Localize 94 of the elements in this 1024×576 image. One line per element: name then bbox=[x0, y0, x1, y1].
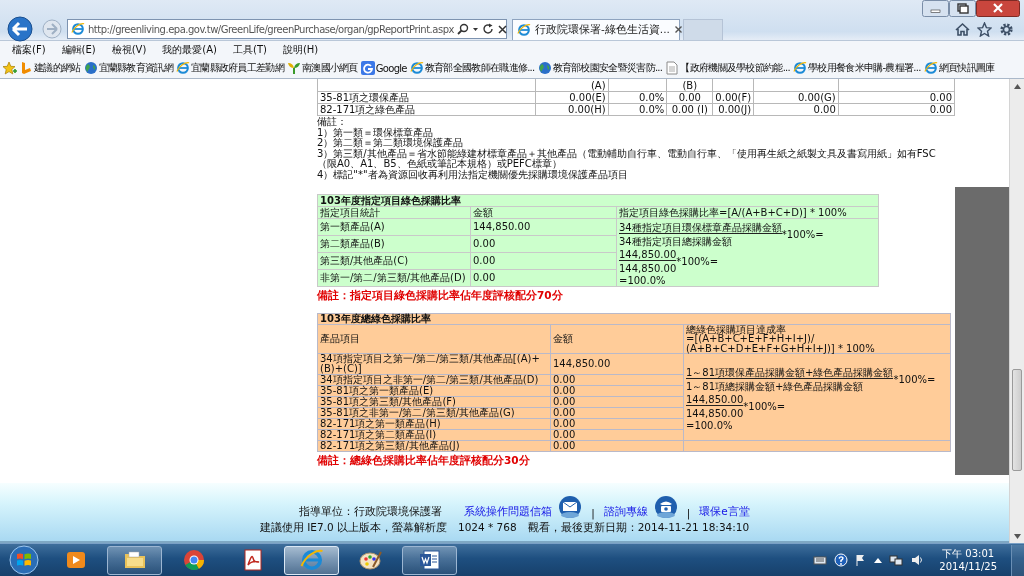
menu-item[interactable]: 說明(H) bbox=[274, 42, 327, 57]
formula-result: =100.0% bbox=[619, 274, 667, 286]
footer-info-text: 建議使用 IE7.0 以上版本，螢幕解析度 1024 * 768 觀看，最後更新日期：2014-11-21 18:34:10 bbox=[258, 521, 751, 535]
table-cell: 0.00 bbox=[550, 385, 684, 397]
favorite-link[interactable]: Google bbox=[359, 61, 408, 75]
table-cell: 0.00 bbox=[550, 407, 684, 419]
table-cell: 0.0% bbox=[608, 103, 667, 116]
table-cell: 0.00(J) bbox=[712, 103, 754, 116]
formula-numerator: 1～81項環保產品採購金額+綠色產品採購金額 bbox=[686, 365, 894, 379]
table-cell: 82-171項之第二類產品(I) bbox=[317, 429, 551, 441]
column-header: 總綠色採購項目達成率 bbox=[686, 324, 786, 335]
address-field[interactable]: http://greenliving.epa.gov.tw/GreenLife/greenPurchase/organ/gpReportPrint.aspx bbox=[88, 23, 454, 35]
favorite-link[interactable]: 教育部校園安全暨災害防... bbox=[536, 61, 664, 75]
table-cell: 0.00 bbox=[550, 374, 684, 386]
table-title: 103年度指定項目綠色採購比率 bbox=[317, 194, 879, 207]
table-cell: 0.00 bbox=[550, 396, 684, 408]
favorite-link[interactable]: 宜蘭縣教育資訊網 bbox=[82, 61, 174, 75]
table-title: 103年度總綠色採購比率 bbox=[317, 313, 951, 325]
table-cell: 0.00(F) bbox=[712, 91, 754, 104]
table-cell: 0.00 bbox=[550, 429, 684, 441]
favorite-link[interactable]: 宜蘭縣政府員工差勤網 bbox=[174, 61, 285, 75]
menu-item[interactable]: 檔案(F) bbox=[4, 42, 54, 57]
formula-text: *100%= bbox=[676, 255, 719, 267]
table-cell: 0.00 (I) bbox=[666, 103, 713, 116]
formula-numerator: 144,850.00 bbox=[686, 392, 744, 406]
table-cell: 第二類產品(B) bbox=[317, 235, 471, 253]
table-cell: 0.00 bbox=[666, 91, 713, 104]
column-header: 指定項目統計 bbox=[317, 206, 471, 219]
separator-text: | bbox=[685, 507, 692, 519]
footer-link[interactable]: 諮詢專線 bbox=[603, 505, 648, 519]
table-cell: 非第一/第二/第三類/其他產品(D) bbox=[317, 269, 471, 287]
notes-title: 備註： bbox=[317, 117, 348, 128]
menu-item[interactable]: 檢視(V) bbox=[103, 42, 155, 57]
table-cell: 0.00(G) bbox=[753, 91, 839, 104]
browser-tab[interactable]: 行政院環保署-綠色生活資... bbox=[512, 18, 680, 40]
formula-numerator: 144,850.00 bbox=[619, 247, 677, 261]
table-cell: 35-81項之第三類/其他產品(F) bbox=[317, 396, 551, 408]
column-header: =[(A+B+C+E+F+H+I+J)/ bbox=[686, 334, 815, 344]
table-cell: 82-171項之綠色產品 bbox=[317, 103, 536, 116]
favorite-link[interactable]: 網頁快訊圖庫 bbox=[922, 61, 996, 75]
formula-result: =100.0% bbox=[686, 419, 734, 431]
formula-text: *100%= bbox=[893, 373, 936, 385]
formula-denominator: 144,850.00 bbox=[619, 262, 677, 275]
favorite-link[interactable]: 教育部全國教師在職進修... bbox=[408, 61, 536, 75]
remark-text: 備註：指定項目綠色採購比率佔年度評核配分70分 bbox=[317, 288, 564, 303]
menu-item[interactable]: 我的最愛(A) bbox=[154, 42, 225, 57]
note-item: 2）第二類＝第二類環境保護產品 bbox=[317, 138, 465, 149]
column-header: 金額 bbox=[550, 324, 684, 354]
formula-text: *100%= bbox=[743, 400, 786, 412]
table-cell: 35-81項之環保產品 bbox=[317, 91, 536, 104]
table-cell: (B) bbox=[666, 79, 713, 92]
menu-item[interactable]: 工具(T) bbox=[225, 42, 275, 57]
table-cell: 0.00(E) bbox=[535, 91, 609, 104]
table-cell: (A) bbox=[535, 79, 609, 92]
note-item: 4）標記"*"者為資源回收再利用法指定機關優先採購環境保護產品項目 bbox=[317, 169, 629, 181]
table-cell: 34項指定項目之第一/第二/第三類/其他產品[(A)+(B)+(C)] bbox=[317, 353, 551, 375]
clock-date: 2014/11/25 bbox=[939, 560, 997, 573]
table-cell: 0.00 bbox=[838, 103, 955, 116]
table-cell: 第三類/其他產品(C) bbox=[317, 252, 471, 270]
table-cell: 0.00 bbox=[753, 103, 839, 116]
remark-text: 備註：總綠色採購比率佔年度評核配分30分 bbox=[317, 454, 531, 469]
footer-link[interactable]: 環保e言堂 bbox=[699, 505, 750, 519]
table-cell: 34項指定項目之非第一/第二/第三類/其他產品(D) bbox=[317, 374, 551, 386]
sponsor-text: 指導單位：行政院環境保護署 bbox=[299, 505, 443, 519]
note-item: 3）第三類/其他產品＝省水節能綠建材標章產品＋其他產品（電動輔助自行車、電動自行車、「使用再生紙之紙製文具及書寫用紙」如有FSC（限A0、A1、B5、色紙或筆記本規格）或PEFC標章） bbox=[317, 148, 937, 170]
formula-numerator: 34種指定項目環保標章產品採購金額 bbox=[619, 220, 782, 234]
footer-link[interactable]: 系統操作問題信箱 bbox=[464, 505, 553, 519]
favorite-link[interactable]: 學校用餐食米申購-農糧署... bbox=[792, 61, 922, 75]
formula-denominator: 1～81項總採購金額+綠色產品採購金額 bbox=[686, 379, 865, 393]
column-header: 金額 bbox=[470, 206, 617, 219]
clock-time: 下午 03:01 bbox=[942, 547, 995, 560]
table-cell: 82-171項之第一類產品(H) bbox=[317, 418, 551, 430]
table-cell: 0.00 bbox=[550, 440, 684, 452]
table-cell: 0.00 bbox=[838, 91, 955, 104]
table-cell: 144,850.00 bbox=[550, 353, 684, 375]
column-header: 產品項目 bbox=[317, 324, 551, 354]
column-header: (A+B+C+D+E+F+G+H+I+J)] * 100% bbox=[686, 343, 876, 354]
table-cell: 第一類產品(A) bbox=[317, 218, 471, 236]
table-cell: 0.00(H) bbox=[535, 103, 609, 116]
separator-text: | bbox=[590, 507, 596, 519]
formula-denominator: 34種指定項目總採購金額 bbox=[619, 234, 733, 248]
menu-item[interactable]: 編輯(E) bbox=[53, 42, 104, 57]
table-cell: 35-81項之非第一/第二/第三類/其他產品(G) bbox=[317, 407, 551, 419]
favorite-link[interactable]: 建議的網站 bbox=[18, 61, 82, 75]
favorite-link[interactable]: 南澳國小網頁 bbox=[285, 61, 359, 75]
formula-text: *100%= bbox=[781, 228, 824, 240]
table-cell: 0.00 bbox=[550, 418, 684, 430]
table-cell: 144,850.00 bbox=[470, 218, 617, 236]
table-cell: 82-171項之第三類/其他產品(J) bbox=[317, 440, 551, 452]
favorite-link[interactable]: 【政府機關及學校節約能... bbox=[664, 61, 792, 75]
table-cell: 35-81項之第一類產品(E) bbox=[317, 385, 551, 397]
formula-denominator: 144,850.00 bbox=[686, 407, 744, 420]
column-header: 指定項目綠色採購比率=[A/(A+B+C+D)] * 100% bbox=[616, 206, 879, 219]
table-cell: 0.0% bbox=[608, 91, 667, 104]
